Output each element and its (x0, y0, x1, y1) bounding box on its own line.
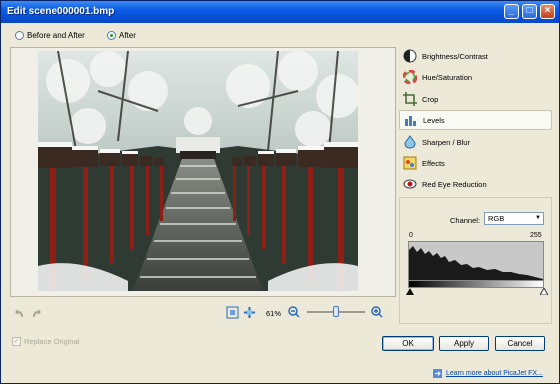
zoom-toolbar: 61% (10, 301, 396, 323)
tool-hue-saturation[interactable]: Hue/Saturation (399, 67, 552, 87)
undo-icon[interactable] (14, 307, 26, 319)
crop-icon (403, 92, 417, 106)
tool-label: Hue/Saturation (422, 72, 473, 82)
edit-dialog: Edit scene000001.bmp _ □ × Before and Af… (0, 0, 560, 384)
checkbox-checked-icon: ✓ (12, 337, 21, 346)
hue-saturation-icon (403, 70, 417, 84)
learn-more-label: Learn more about PicaJet FX... (446, 370, 543, 377)
tool-label: Crop (422, 94, 439, 104)
channel-select[interactable]: RGB ▼ (484, 212, 544, 225)
tool-label: Effects (422, 158, 445, 168)
zoom-out-icon[interactable] (288, 306, 300, 318)
close-button[interactable]: × (540, 4, 555, 19)
levels-min-value: 0 (409, 232, 413, 239)
maximize-button[interactable]: □ (522, 4, 537, 19)
levels-max-value: 255 (530, 232, 542, 239)
cancel-button[interactable]: Cancel (495, 336, 545, 351)
channel-select-value: RGB (488, 214, 505, 223)
tool-effects[interactable]: Effects (399, 153, 552, 173)
levels-gradient-bar (408, 280, 544, 288)
black-point-slider-icon[interactable] (406, 288, 414, 295)
zoom-percent: 61% (266, 309, 282, 318)
histogram (408, 241, 544, 285)
levels-icon (405, 116, 416, 126)
window-title: Edit scene000001.bmp (7, 6, 115, 17)
tool-brightness-contrast[interactable]: Brightness/Contrast (399, 46, 552, 66)
info-link-icon (433, 369, 442, 378)
radio-icon (15, 30, 24, 40)
tool-levels[interactable]: Levels (399, 110, 552, 130)
sharpen-blur-icon (404, 135, 416, 149)
effects-icon (403, 156, 417, 170)
levels-panel: Channel: RGB ▼ 0 255 (399, 197, 552, 324)
tool-label: Sharpen / Blur (422, 137, 470, 147)
tool-label: Levels (423, 115, 445, 125)
zoom-slider-thumb[interactable] (333, 306, 339, 317)
preview-image[interactable] (38, 51, 358, 291)
histogram-graph (409, 246, 543, 284)
preview-photo-drawing (38, 51, 358, 291)
brightness-contrast-icon (403, 49, 417, 63)
tool-red-eye-reduction[interactable]: Red Eye Reduction (399, 174, 552, 194)
fit-to-window-icon[interactable] (226, 306, 239, 319)
ok-button[interactable]: OK (382, 336, 434, 351)
radio-after-label: After (119, 30, 136, 40)
learn-more-link[interactable]: Learn more about PicaJet FX... (433, 369, 543, 378)
actual-size-icon[interactable] (243, 306, 256, 319)
replace-original-checkbox[interactable]: ✓ Replace Original (12, 337, 79, 346)
radio-before-and-after[interactable]: Before and After (15, 29, 85, 41)
apply-button[interactable]: Apply (439, 336, 489, 351)
white-point-slider-icon[interactable] (540, 288, 548, 295)
minimize-button[interactable]: _ (504, 4, 519, 19)
redo-icon[interactable] (30, 307, 42, 319)
chevron-down-icon: ▼ (535, 215, 541, 221)
zoom-in-icon[interactable] (371, 306, 383, 318)
replace-original-label: Replace Original (24, 337, 80, 346)
title-bar[interactable]: Edit scene000001.bmp _ □ × (1, 1, 559, 23)
tool-label: Red Eye Reduction (422, 179, 487, 189)
radio-selected-icon (107, 30, 116, 40)
tool-crop[interactable]: Crop (399, 89, 552, 109)
channel-label: Channel: (450, 216, 481, 225)
radio-before-and-after-label: Before and After (27, 30, 85, 40)
tool-label: Brightness/Contrast (422, 51, 488, 61)
tool-sharpen-blur[interactable]: Sharpen / Blur (399, 132, 552, 152)
radio-after[interactable]: After (107, 29, 136, 41)
red-eye-icon (403, 179, 417, 189)
